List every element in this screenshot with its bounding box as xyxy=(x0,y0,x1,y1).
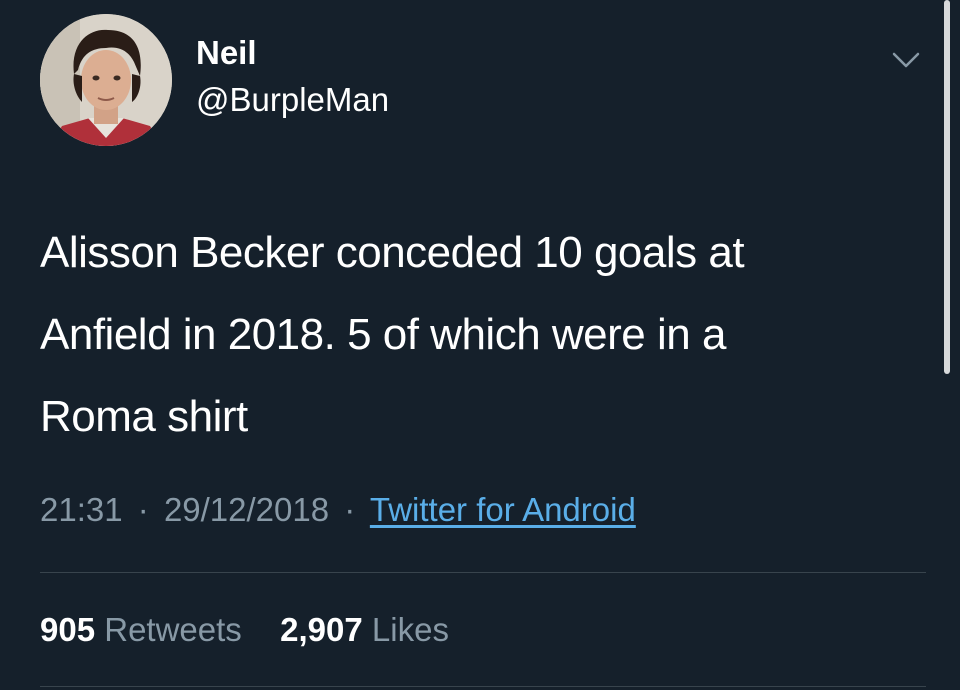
likes-stat[interactable]: 2,907 Likes xyxy=(280,611,449,648)
tweet-time: 21:31 xyxy=(40,491,123,528)
likes-label: Likes xyxy=(371,611,449,648)
tweet: Neil @BurpleMan Alisson Becker conceded … xyxy=(0,0,960,690)
chevron-down-icon[interactable] xyxy=(886,46,926,76)
display-name[interactable]: Neil xyxy=(196,36,257,69)
tweet-date: 29/12/2018 xyxy=(163,491,330,528)
retweets-label: Retweets xyxy=(104,611,242,648)
avatar[interactable] xyxy=(40,14,172,146)
likes-count: 2,907 xyxy=(280,611,363,648)
retweets-stat[interactable]: 905 Retweets xyxy=(40,611,251,648)
tweet-stats: 905 Retweets 2,907 Likes xyxy=(40,610,449,650)
retweets-count: 905 xyxy=(40,611,96,648)
avatar-image xyxy=(40,14,172,146)
scrollbar[interactable] xyxy=(944,0,950,374)
meta-separator: · xyxy=(137,491,149,528)
tweet-meta: 21:31 · 29/12/2018 · Twitter for Android xyxy=(40,490,636,530)
tweet-text-line: Alisson Becker conceded 10 goals at xyxy=(40,228,745,277)
meta-separator: · xyxy=(344,491,356,528)
divider xyxy=(40,572,926,573)
user-handle[interactable]: @BurpleMan xyxy=(196,83,389,116)
tweet-text: Alisson Becker conceded 10 goals at Anfi… xyxy=(40,212,910,458)
divider xyxy=(40,686,926,687)
tweet-text-line: Anfield in 2018. 5 of which were in a xyxy=(40,310,726,359)
tweet-text-line: Roma shirt xyxy=(40,392,248,441)
source-link[interactable]: Twitter for Android xyxy=(370,491,636,528)
